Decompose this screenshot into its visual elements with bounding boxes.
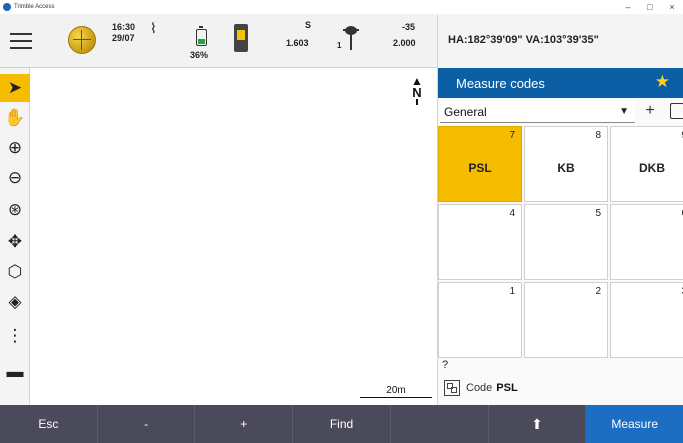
panel-title: Measure codes: [456, 76, 545, 91]
plus-button[interactable]: +: [195, 405, 294, 443]
map-toolbar: ➤ ✋ ⊕ ⊖ ⊛ ✥ ⬡ ◈ ⋮ ▬: [0, 68, 30, 405]
chevron-down-icon: ▼: [619, 106, 629, 117]
panel-header: Measure codes ★: [438, 68, 683, 98]
layers-icon[interactable]: ◈: [0, 288, 30, 316]
pan-hand-icon[interactable]: ✋: [0, 104, 30, 132]
code-description: ?: [442, 359, 449, 371]
target-type: S: [305, 20, 312, 30]
select-arrow-icon[interactable]: ➤: [0, 74, 30, 102]
status-bar: 16:30 29/07 ⌇ 36% S 1.603 1 -35 2.000 HA…: [0, 14, 683, 68]
status-time: 16:30: [112, 22, 136, 32]
code-field[interactable]: Code PSL: [444, 378, 518, 398]
code-button-number: 1: [509, 286, 515, 297]
code-group-value: General: [444, 105, 487, 119]
scale-label: 20m: [386, 385, 406, 396]
code-group-select[interactable]: General ▼: [440, 101, 635, 123]
code-button-1[interactable]: 1: [438, 282, 522, 358]
minus-button[interactable]: -: [98, 405, 196, 443]
code-button-number: 4: [509, 208, 515, 219]
antenna-height: 2.000: [393, 38, 416, 48]
code-label: Code: [466, 382, 493, 394]
scale-bar: 20m: [360, 385, 432, 398]
more-icon[interactable]: ⋮: [0, 322, 30, 350]
maximize-button[interactable]: □: [639, 0, 661, 14]
edit-group-icon[interactable]: [670, 103, 683, 119]
prism-offset: -35: [402, 22, 416, 32]
find-button[interactable]: Find: [293, 405, 391, 443]
north-arrow: ▲ N: [409, 75, 425, 105]
angle-readout: HA:182°39'09" VA:103°39'35": [448, 34, 599, 46]
up-arrow-button[interactable]: ⬆: [489, 405, 587, 443]
code-button-3[interactable]: 3: [610, 282, 683, 358]
power-plug-icon: ⌇: [150, 20, 157, 36]
code-button-number: 8: [595, 130, 601, 141]
code-button-7[interactable]: 7 PSL: [438, 126, 522, 202]
code-button-5[interactable]: 5: [524, 204, 608, 280]
cube-view-icon[interactable]: ⬡: [0, 258, 30, 286]
add-group-button[interactable]: +: [641, 101, 659, 123]
window-title: Trimble Access: [14, 4, 55, 10]
close-button[interactable]: ×: [661, 0, 683, 14]
code-button-9[interactable]: 9DKB: [610, 126, 683, 202]
target-height: 1.603: [286, 38, 309, 48]
code-button-label: DKB: [639, 161, 665, 175]
battery-percent: 36%: [190, 50, 209, 60]
code-button-label: PSL: [468, 161, 492, 175]
measure-codes-panel: Measure codes ★ General ▼ + 7 PSL 8 KB 9DKB 4…: [437, 68, 683, 405]
blank-softkey[interactable]: [391, 405, 489, 443]
softkey-bar: Esc - + Find ⬆ Measure: [0, 405, 683, 443]
status-date: 29/07: [112, 33, 135, 43]
code-button-number: 2: [595, 286, 601, 297]
hamburger-menu-icon[interactable]: [6, 26, 36, 56]
title-bar: Trimble Access – □ ×: [0, 0, 683, 14]
app-logo-icon: [3, 3, 11, 11]
code-button-6[interactable]: 6: [610, 204, 683, 280]
instrument-icon[interactable]: [234, 24, 248, 52]
zoom-in-icon[interactable]: ⊕: [0, 134, 30, 162]
zoom-out-icon[interactable]: ⊖: [0, 164, 30, 192]
multi-code-icon[interactable]: [444, 380, 460, 396]
globe-icon[interactable]: [68, 26, 96, 54]
favorite-star-icon[interactable]: ★: [655, 72, 670, 92]
code-value: PSL: [496, 382, 518, 394]
camera-icon[interactable]: ▬: [0, 358, 30, 386]
angle-readout-panel: HA:182°39'09" VA:103°39'35": [437, 14, 683, 68]
orbit-icon[interactable]: ✥: [0, 228, 30, 256]
esc-button[interactable]: Esc: [0, 405, 98, 443]
code-button-number: 7: [509, 130, 515, 141]
map-view[interactable]: ▲ N 20m: [30, 68, 437, 405]
prism-target-icon[interactable]: [343, 24, 359, 52]
battery-icon[interactable]: [196, 26, 207, 46]
code-button-4[interactable]: 4: [438, 204, 522, 280]
code-button-8[interactable]: 8 KB: [524, 126, 608, 202]
code-button-label: KB: [557, 161, 575, 175]
zoom-extents-icon[interactable]: ⊛: [0, 196, 30, 224]
minimize-button[interactable]: –: [617, 0, 639, 14]
code-button-grid: 7 PSL 8 KB 9DKB 4 56 1 23: [438, 126, 683, 358]
prism-number: 1: [337, 41, 342, 50]
code-button-2[interactable]: 2: [524, 282, 608, 358]
code-button-number: 5: [595, 208, 601, 219]
measure-button[interactable]: Measure: [586, 405, 683, 443]
